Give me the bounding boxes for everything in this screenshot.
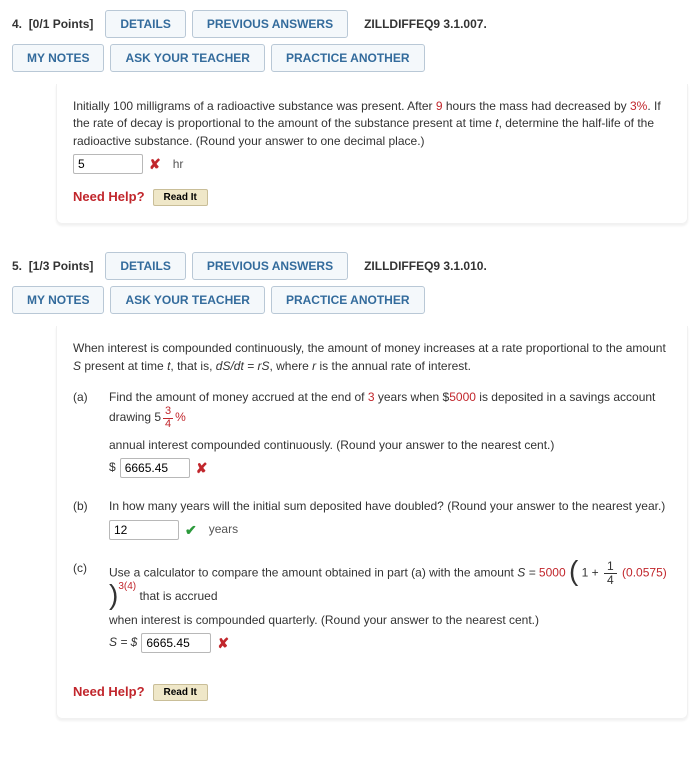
- ask-teacher-button[interactable]: ASK YOUR TEACHER: [110, 286, 264, 314]
- q4-unit: hr: [173, 156, 184, 173]
- q5c-eqS: S =: [517, 565, 539, 579]
- q5c-t2: that is accrued: [139, 589, 217, 603]
- q5c-answer-row: S = $ ✘: [109, 633, 671, 653]
- q5c-content: Use a calculator to compare the amount o…: [109, 560, 671, 659]
- question-4-header-2: MY NOTES ASK YOUR TEACHER PRACTICE ANOTH…: [12, 44, 688, 78]
- rparen-icon: ): [109, 579, 118, 610]
- question-4: 4. [0/1 Points] DETAILS PREVIOUS ANSWERS…: [12, 10, 688, 224]
- need-help-row-q4: Need Help? Read It: [73, 188, 671, 207]
- question-5-header-2: MY NOTES ASK YOUR TEACHER PRACTICE ANOTH…: [12, 286, 688, 320]
- q5-body: When interest is compounded continuously…: [56, 326, 688, 719]
- q4-t1: Initially 100 milligrams of a radioactiv…: [73, 99, 436, 113]
- q5-part-b: (b) In how many years will the initial s…: [73, 498, 671, 546]
- q4-percent: 3%: [630, 99, 647, 113]
- my-notes-button[interactable]: MY NOTES: [12, 286, 104, 314]
- q5-S: S: [73, 359, 81, 373]
- q5a-content: Find the amount of money accrued at the …: [109, 389, 671, 484]
- frac-den: 4: [163, 419, 173, 431]
- question-5: 5. [1/3 Points] DETAILS PREVIOUS ANSWERS…: [12, 252, 688, 719]
- q5c-label: (c): [73, 560, 95, 659]
- wrong-icon: ✘: [196, 458, 208, 478]
- q4-t2: hours the mass had decreased by: [443, 99, 630, 113]
- q5b-unit: years: [209, 521, 238, 538]
- dollar-sign: $: [109, 459, 116, 476]
- q5a-deposit: 5000: [449, 390, 476, 404]
- my-notes-button[interactable]: MY NOTES: [12, 44, 104, 72]
- q5a-answer-input[interactable]: [120, 458, 190, 478]
- q5b-answer-input[interactable]: [109, 520, 179, 540]
- q5c-t3: when interest is compounded quarterly. (…: [109, 612, 671, 629]
- q5-ref: ZILLDIFFEQ9 3.1.010.: [364, 259, 487, 273]
- ask-teacher-button[interactable]: ASK YOUR TEACHER: [110, 44, 264, 72]
- q5-part-a: (a) Find the amount of money accrued at …: [73, 389, 671, 484]
- wrong-icon: ✘: [217, 633, 229, 653]
- q5-number: 5. [1/3 Points]: [12, 259, 93, 273]
- need-help-label: Need Help?: [73, 683, 145, 702]
- q4-number: 4. [0/1 Points]: [12, 17, 93, 31]
- details-button[interactable]: DETAILS: [105, 252, 185, 280]
- q5a-t1: Find the amount of money accrued at the …: [109, 390, 368, 404]
- previous-answers-button[interactable]: PREVIOUS ANSWERS: [192, 10, 348, 38]
- question-5-header: 5. [1/3 Points] DETAILS PREVIOUS ANSWERS…: [12, 252, 688, 286]
- q5a-t5: annual interest compounded continuously.…: [109, 437, 671, 454]
- correct-icon: ✔: [185, 520, 197, 540]
- q5c-frac: 14: [604, 560, 617, 586]
- q4-num: 4.: [12, 17, 22, 31]
- details-button[interactable]: DETAILS: [105, 10, 185, 38]
- q5-intro: When interest is compounded continuously…: [73, 340, 671, 375]
- q5-i3: , that is,: [170, 359, 215, 373]
- read-it-button[interactable]: Read It: [153, 189, 208, 206]
- q4-answer-row: ✘ hr: [73, 154, 671, 174]
- q5a-frac: 34: [163, 406, 173, 430]
- cfrac-num: 1: [604, 560, 617, 574]
- q5-part-c: (c) Use a calculator to compare the amou…: [73, 560, 671, 659]
- practice-another-button[interactable]: PRACTICE ANOTHER: [271, 44, 425, 72]
- q5-i4: , where: [269, 359, 312, 373]
- q5-eq: dS/dt = rS: [216, 359, 270, 373]
- q5c-exp: 3(4): [118, 581, 136, 592]
- q4-points: [0/1 Points]: [29, 17, 94, 31]
- q5c-answer-input[interactable]: [141, 633, 211, 653]
- wrong-icon: ✘: [149, 154, 161, 174]
- practice-another-button[interactable]: PRACTICE ANOTHER: [271, 286, 425, 314]
- q5c-rate: (0.0575): [622, 565, 667, 579]
- lparen-icon: (: [569, 555, 578, 586]
- q5c-prefix: S = $: [109, 634, 137, 651]
- q4-answer-input[interactable]: [73, 154, 143, 174]
- q5-num: 5.: [12, 259, 22, 273]
- q5b-answer-row: ✔ years: [109, 520, 671, 540]
- q5c-plus: +: [588, 565, 602, 579]
- q5c-t1: Use a calculator to compare the amount o…: [109, 565, 517, 579]
- need-help-row-q5: Need Help? Read It: [73, 683, 671, 702]
- q4-ref: ZILLDIFFEQ9 3.1.007.: [364, 17, 487, 31]
- q4-body: Initially 100 milligrams of a radioactiv…: [56, 84, 688, 224]
- q5c-line1: Use a calculator to compare the amount o…: [109, 560, 671, 606]
- q5a-t2: years when $: [375, 390, 450, 404]
- read-it-button[interactable]: Read It: [153, 684, 208, 701]
- q5a-answer-row: $ ✘: [109, 458, 671, 478]
- q5b-label: (b): [73, 498, 95, 546]
- q5-points: [1/3 Points]: [29, 259, 94, 273]
- previous-answers-button[interactable]: PREVIOUS ANSWERS: [192, 252, 348, 280]
- q5c-base: 5000: [539, 565, 566, 579]
- q5a-pct: %: [175, 411, 186, 425]
- q5a-label: (a): [73, 389, 95, 484]
- q5b-prompt: In how many years will the initial sum d…: [109, 498, 671, 515]
- q5-i2: present at time: [81, 359, 167, 373]
- cfrac-den: 4: [604, 574, 617, 587]
- q4-hours: 9: [436, 99, 443, 113]
- q5a-prompt: Find the amount of money accrued at the …: [109, 389, 671, 430]
- need-help-label: Need Help?: [73, 188, 145, 207]
- q5a-years: 3: [368, 390, 375, 404]
- question-4-header: 4. [0/1 Points] DETAILS PREVIOUS ANSWERS…: [12, 10, 688, 44]
- q5-i5: is the annual rate of interest.: [316, 359, 471, 373]
- q4-prompt: Initially 100 milligrams of a radioactiv…: [73, 98, 671, 150]
- q5b-content: In how many years will the initial sum d…: [109, 498, 671, 546]
- q5-i1: When interest is compounded continuously…: [73, 341, 666, 355]
